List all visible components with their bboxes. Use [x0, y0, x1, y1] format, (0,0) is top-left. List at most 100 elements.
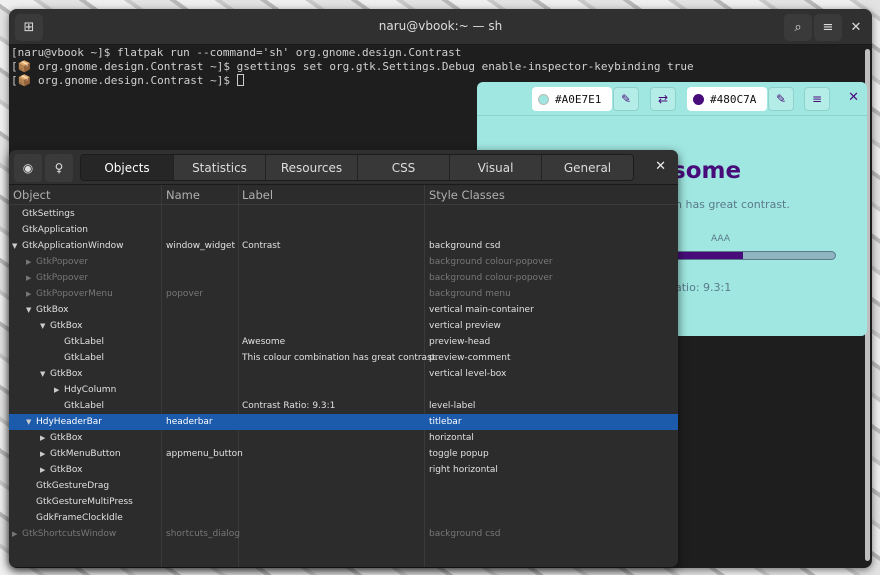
lightbulb-icon[interactable]: ♀: [45, 154, 73, 182]
label-cell: Awesome: [242, 337, 286, 347]
preview-comment: n has great contrast.: [675, 198, 790, 211]
object-cell: ▶ HdyColumn: [54, 385, 116, 395]
expander-closed-icon[interactable]: ▶: [12, 530, 22, 538]
tab-resources[interactable]: Resources: [265, 155, 357, 180]
eyedropper-icon[interactable]: ✎: [768, 87, 794, 111]
table-row[interactable]: GtkLabel Contrast Ratio: 9.3:1 level-label: [9, 398, 678, 414]
table-row[interactable]: GtkApplication: [9, 222, 678, 238]
object-type: HdyColumn: [64, 385, 117, 395]
style-cell: background colour-popover: [429, 257, 553, 267]
expander-open-icon[interactable]: ▼: [12, 242, 22, 250]
expander-closed-icon[interactable]: ▶: [26, 258, 36, 266]
background-color-entry[interactable]: #A0E7E1: [532, 87, 612, 111]
terminal-cursor: [236, 74, 244, 86]
object-cell: ▶ GtkShortcutsWindow: [12, 529, 116, 539]
object-type: GtkGestureMultiPress: [36, 497, 133, 507]
object-cell: GtkLabel: [54, 353, 104, 363]
table-row[interactable]: GtkGestureMultiPress: [9, 494, 678, 510]
hamburger-menu-icon[interactable]: ≡: [814, 14, 842, 41]
table-row[interactable]: ▶ GtkBox right horizontal: [9, 462, 678, 478]
table-row[interactable]: ▼ GtkBox vertical main-container: [9, 302, 678, 318]
object-cell: GtkLabel: [54, 401, 104, 411]
tab-general[interactable]: General: [541, 155, 633, 180]
table-row[interactable]: ▼ GtkBox vertical preview: [9, 318, 678, 334]
expander-closed-icon[interactable]: ▶: [54, 386, 64, 394]
expander-open-icon[interactable]: ▼: [40, 322, 50, 330]
select-object-icon[interactable]: ◉: [14, 154, 42, 182]
object-type: GtkLabel: [64, 401, 104, 411]
table-row[interactable]: GtkLabel Awesome preview-head: [9, 334, 678, 350]
table-row[interactable]: ▼ HdyHeaderBar headerbar titlebar: [9, 414, 678, 430]
table-row[interactable]: ▼ GtkApplicationWindow window_widget Contra…: [9, 238, 678, 254]
table-row[interactable]: ▶ GtkShortcutsWindow shortcuts_dialog backg…: [9, 526, 678, 542]
tab-statistics[interactable]: Statistics: [173, 155, 265, 180]
expander-open-icon[interactable]: ▼: [26, 306, 36, 314]
style-cell: vertical main-container: [429, 305, 534, 315]
close-icon[interactable]: ✕: [655, 159, 666, 174]
terminal-headerbar: ⊞ naru@vbook:~ — sh ⌕ ≡ ✕: [9, 9, 872, 45]
object-cell: ▶ GtkMenuButton: [40, 449, 121, 459]
column-style-classes[interactable]: Style Classes: [429, 188, 505, 202]
label-cell: Contrast Ratio: 9.3:1: [242, 401, 336, 411]
table-row[interactable]: ▶ GtkPopoverMenu popover background menu: [9, 286, 678, 302]
table-row[interactable]: ▶ HdyColumn: [9, 382, 678, 398]
expander-closed-icon[interactable]: ▶: [26, 290, 36, 298]
table-row[interactable]: GtkSettings: [9, 206, 678, 222]
table-row[interactable]: GtkLabel This colour combination has grea…: [9, 350, 678, 366]
close-icon[interactable]: ✕: [848, 90, 859, 105]
object-cell: ▼ GtkBox: [40, 369, 82, 379]
object-tree-header: Object Name Label Style Classes: [9, 185, 678, 205]
object-type: GtkGestureDrag: [36, 481, 110, 491]
table-row[interactable]: ▶ GtkPopover background colour-popover: [9, 254, 678, 270]
expander-closed-icon[interactable]: ▶: [40, 450, 50, 458]
tab-css[interactable]: CSS: [357, 155, 449, 180]
foreground-color-entry[interactable]: #480C7A: [687, 87, 767, 111]
swap-colors-icon[interactable]: ⇄: [650, 87, 676, 111]
object-cell: GdkFrameClockIdle: [26, 513, 123, 523]
object-cell: ▶ GtkBox: [40, 465, 82, 475]
label-cell: Contrast: [242, 241, 281, 251]
style-cell: background csd: [429, 241, 501, 251]
object-cell: GtkApplication: [12, 225, 88, 235]
object-type: GtkShortcutsWindow: [22, 529, 117, 539]
object-type: GtkBox: [50, 433, 83, 443]
table-row[interactable]: ▼ GtkBox vertical level-box: [9, 366, 678, 382]
contrast-level-bar: [667, 251, 836, 260]
tab-objects[interactable]: Objects: [81, 155, 173, 180]
search-icon[interactable]: ⌕: [784, 14, 812, 41]
close-icon[interactable]: ✕: [842, 14, 870, 41]
style-cell: background menu: [429, 289, 511, 299]
object-type: GtkBox: [50, 465, 83, 475]
expander-open-icon[interactable]: ▼: [40, 370, 50, 378]
object-type: GdkFrameClockIdle: [36, 513, 123, 523]
level-aaa-label: AAA: [711, 234, 730, 244]
tab-visual[interactable]: Visual: [449, 155, 541, 180]
preview-head: some: [672, 158, 742, 184]
hamburger-menu-icon[interactable]: ≡: [804, 87, 830, 111]
column-name[interactable]: Name: [166, 188, 200, 202]
table-row[interactable]: ▶ GtkPopover background colour-popover: [9, 270, 678, 286]
table-row[interactable]: ▶ GtkBox horizontal: [9, 430, 678, 446]
expander-closed-icon[interactable]: ▶: [40, 434, 50, 442]
table-row[interactable]: ▶ GtkMenuButton appmenu_button toggle popup: [9, 446, 678, 462]
eyedropper-icon[interactable]: ✎: [613, 87, 639, 111]
column-object[interactable]: Object: [13, 188, 50, 202]
contrast-headerbar: #A0E7E1 ✎ ⇄ #480C7A ✎ ≡ ✕: [477, 82, 867, 116]
style-cell: background csd: [429, 529, 501, 539]
column-label[interactable]: Label: [242, 188, 273, 202]
style-cell: preview-comment: [429, 353, 511, 363]
object-tree[interactable]: GtkSettings GtkApplication ▼ GtkApplication…: [9, 206, 678, 542]
table-row[interactable]: GdkFrameClockIdle: [9, 510, 678, 526]
style-cell: titlebar: [429, 417, 462, 427]
object-type: GtkPopover: [36, 273, 89, 283]
gtk-inspector-window[interactable]: ◉ ♀ Objects Statistics Resources CSS Visual G…: [9, 150, 678, 567]
object-type: GtkPopover: [36, 257, 89, 267]
inspector-headerbar: ◉ ♀ Objects Statistics Resources CSS Visual G…: [9, 150, 678, 185]
expander-closed-icon[interactable]: ▶: [40, 466, 50, 474]
style-cell: toggle popup: [429, 449, 489, 459]
expander-closed-icon[interactable]: ▶: [26, 274, 36, 282]
name-cell: appmenu_button: [166, 449, 243, 459]
expander-open-icon[interactable]: ▼: [26, 418, 36, 426]
object-cell: ▶ GtkPopover: [26, 257, 88, 267]
table-row[interactable]: GtkGestureDrag: [9, 478, 678, 494]
